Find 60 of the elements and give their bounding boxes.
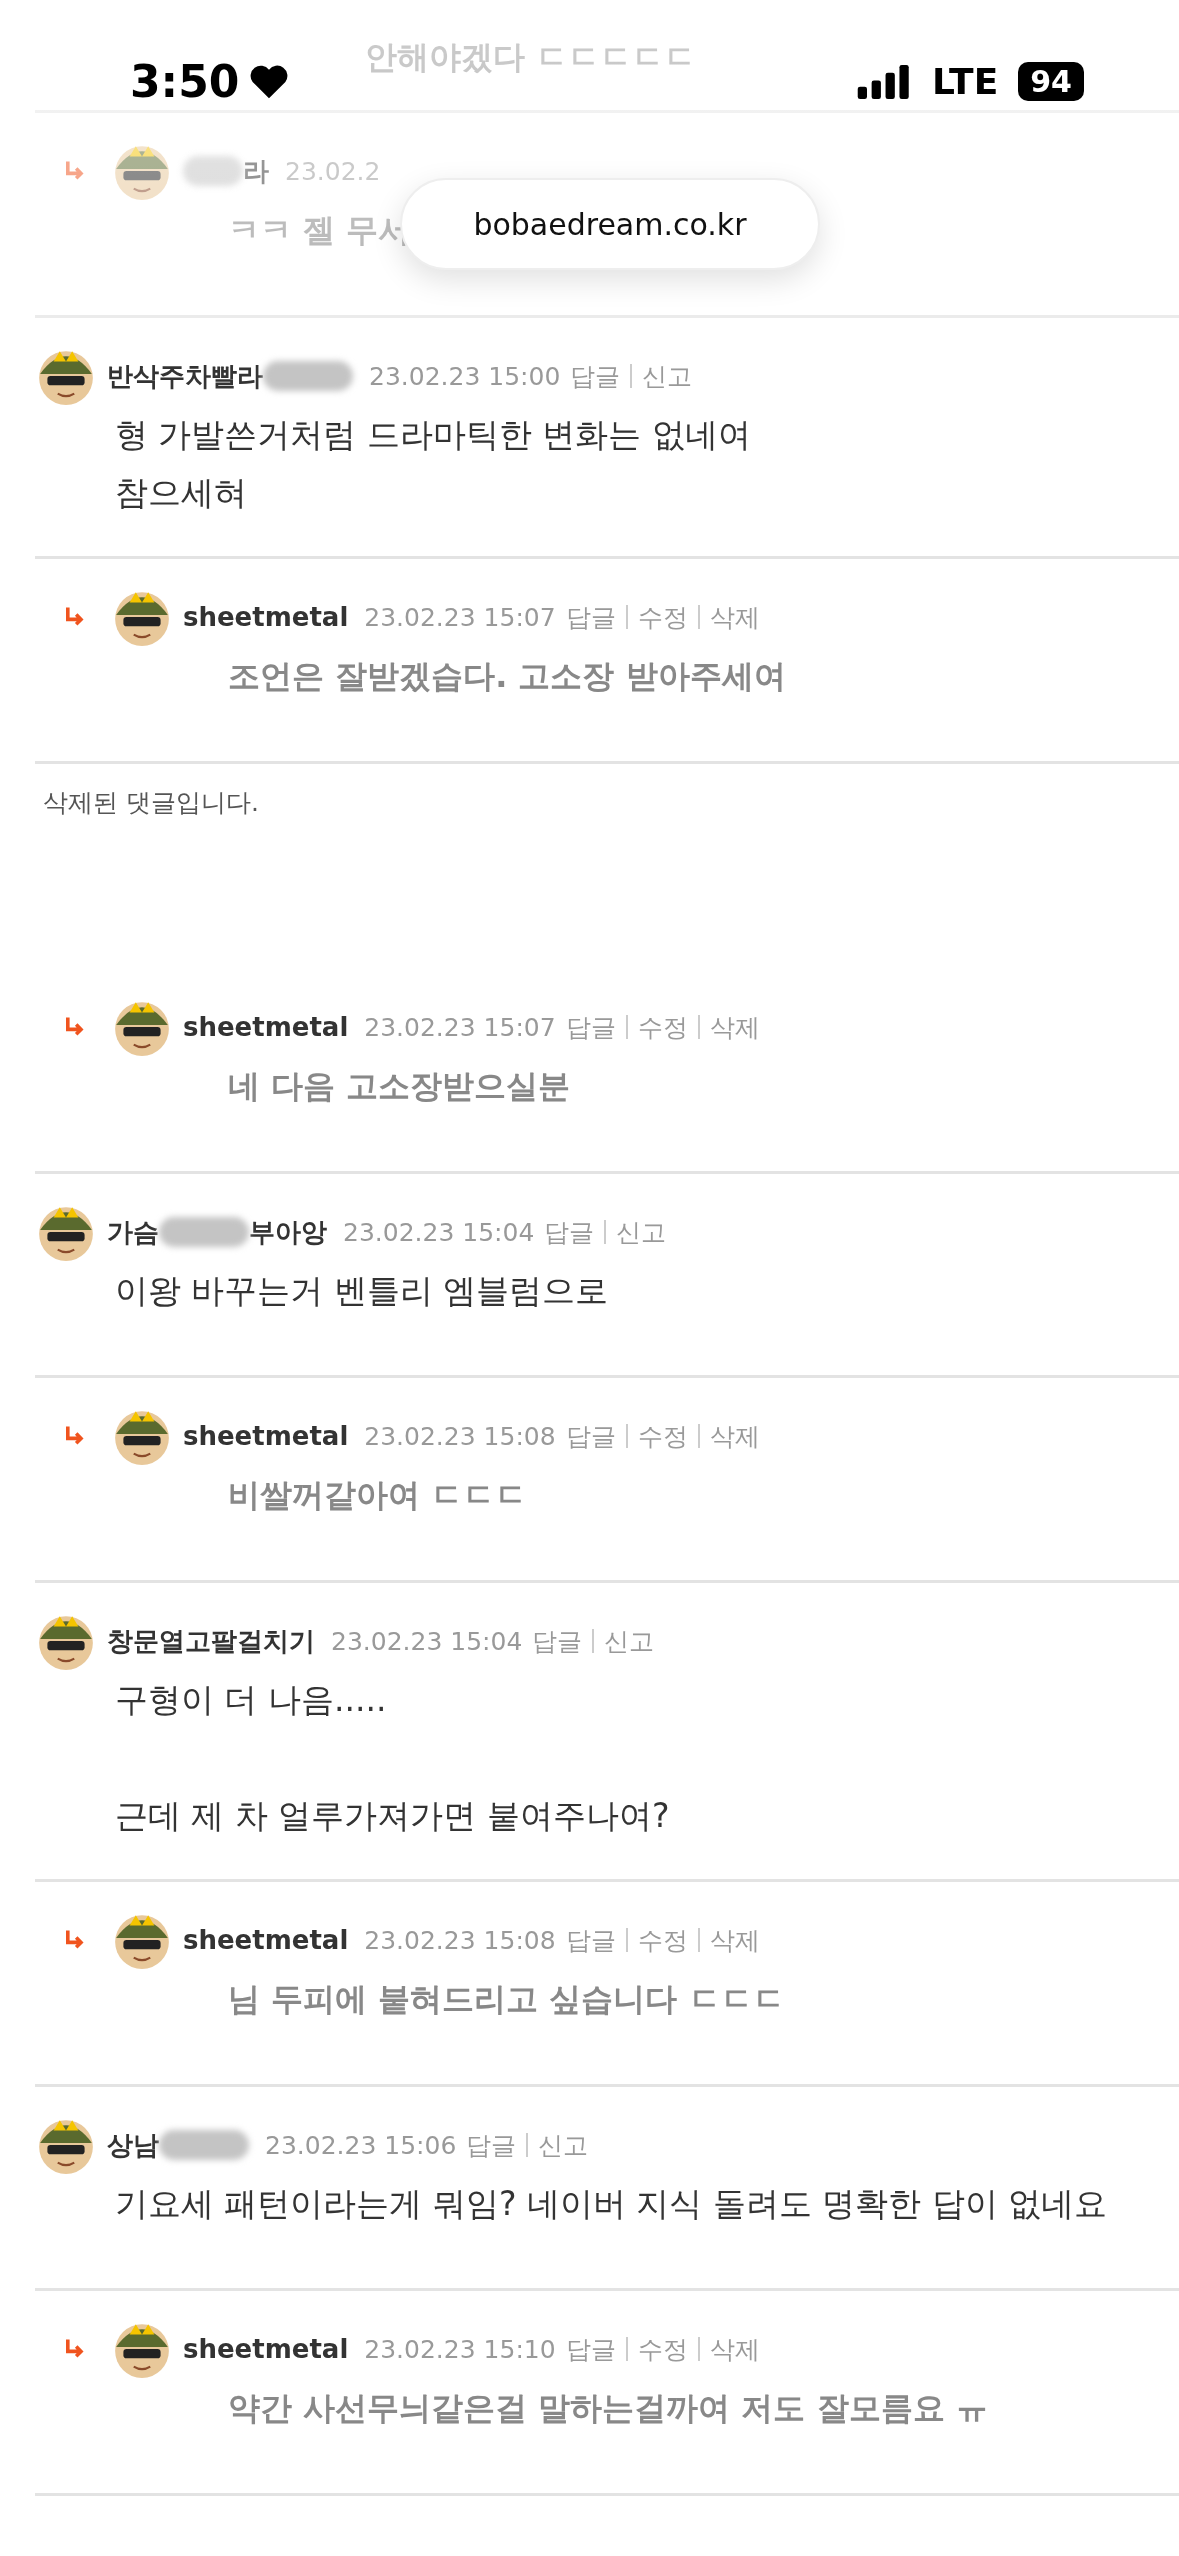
comment-action-link[interactable]: 신고 <box>616 1215 667 1249</box>
heart-icon <box>249 63 290 100</box>
author-name[interactable]: sheetmetal <box>183 1925 349 1955</box>
author-name[interactable]: sheetmetal <box>183 1421 349 1451</box>
comment-action-link[interactable]: 신고 <box>538 2128 589 2162</box>
comment-action-link[interactable]: 삭제 <box>709 600 760 634</box>
comment-action-link[interactable]: 신고 <box>604 1624 655 1658</box>
author-name[interactable]: 상남 <box>107 2127 159 2163</box>
deleted-comment-notice: 삭제된 댓글입니다. <box>43 788 259 817</box>
comment-action-link[interactable]: 답글 <box>565 600 616 634</box>
author-name[interactable]: sheetmetal <box>183 602 349 632</box>
comment-action-link[interactable]: 수정 <box>637 1923 688 1957</box>
comment-action-link[interactable]: 수정 <box>637 2332 688 2366</box>
comment-action-link[interactable]: 답글 <box>565 1010 616 1044</box>
comment-action-link[interactable]: 답글 <box>565 2332 616 2366</box>
author-name[interactable]: 창문열고팔걸치기 <box>107 1623 315 1659</box>
comment-action-link[interactable]: 답글 <box>565 1419 616 1453</box>
comment-action-link[interactable]: 삭제 <box>709 1010 760 1044</box>
comment-text: 조언은 잘받겠습다. 고소장 받아주세여 <box>228 656 786 697</box>
comment-text: 기요세 패턴이라는게 뭐임? 네이버 지식 돌려도 명확한 답이 없네요 <box>115 2183 1108 2225</box>
battery-indicator: 94 <box>1018 62 1084 101</box>
comment-action-link[interactable]: 답글 <box>466 2128 517 2162</box>
comment-action-link[interactable]: 답글 <box>570 359 621 393</box>
network-label: LTE <box>932 61 999 102</box>
comment-action-link[interactable]: 수정 <box>637 600 688 634</box>
comment-action-link[interactable]: 삭제 <box>709 1419 760 1453</box>
author-name[interactable]: sheetmetal <box>183 2334 349 2364</box>
comment-text: 이왕 바꾸는거 벤틀리 엠블럼으로 <box>115 1270 609 1312</box>
author-name[interactable]: 반삭주차빨라 <box>107 358 263 394</box>
comment-date: 23.02.23 15:08 <box>364 1421 556 1451</box>
author-name[interactable]: 가슴 <box>107 1214 159 1250</box>
status-time: 3:50 <box>130 56 240 107</box>
blurred-name-mask <box>183 156 243 186</box>
comment-action-link[interactable]: 수정 <box>637 1419 688 1453</box>
comment-text: 비쌀꺼같아여 ㄷㄷㄷ <box>228 1475 528 1516</box>
comment-date: 23.02.23 15:00 <box>369 361 561 391</box>
comment-text: 구형이 더 나음..... <box>115 1679 387 1721</box>
comment-action-link[interactable]: 답글 <box>565 1923 616 1957</box>
comment-date: 23.02.23 15:07 <box>364 602 556 632</box>
comment-action-link[interactable]: 답글 <box>544 1215 595 1249</box>
comment-text: 약간 사선무늬같은걸 말하는걸까여 저도 잘모름요 ㅠ <box>228 2388 988 2429</box>
comment-text: 님 두피에 붙혀드리고 싶습니다 ㄷㄷㄷ <box>228 1979 785 2020</box>
comment-action-link[interactable]: 수정 <box>637 1010 688 1044</box>
author-name[interactable]: 부아앙 <box>249 1214 327 1250</box>
comment-date: 23.02.23 15:04 <box>331 1626 523 1656</box>
comment-date: 23.02.23 15:08 <box>364 1925 556 1955</box>
comment-text: 근데 제 차 얼루가져가면 붙여주나여? <box>115 1795 670 1837</box>
comment-text: 네 다음 고소장받으실분 <box>228 1066 571 1107</box>
comment-date: 23.02.23 15:06 <box>265 2130 457 2160</box>
comment-date: 23.02.23 15:10 <box>364 2334 556 2364</box>
comment-text: 형 가발쓴거처럼 드라마틱한 변화는 없네여 <box>115 414 751 456</box>
author-name[interactable]: sheetmetal <box>183 1012 349 1042</box>
comment-action-link[interactable]: 삭제 <box>709 2332 760 2366</box>
comment-action-link[interactable]: 신고 <box>642 359 693 393</box>
comment-date: 23.02.23 15:07 <box>364 1012 556 1042</box>
comment-date: 23.02.23 15:04 <box>343 1217 535 1247</box>
author-name[interactable]: 라 <box>243 153 269 189</box>
comment-action-link[interactable]: 삭제 <box>709 1923 760 1957</box>
comment-text: 참으세혀 <box>115 472 247 514</box>
comment-action-link[interactable]: 답글 <box>532 1624 583 1658</box>
